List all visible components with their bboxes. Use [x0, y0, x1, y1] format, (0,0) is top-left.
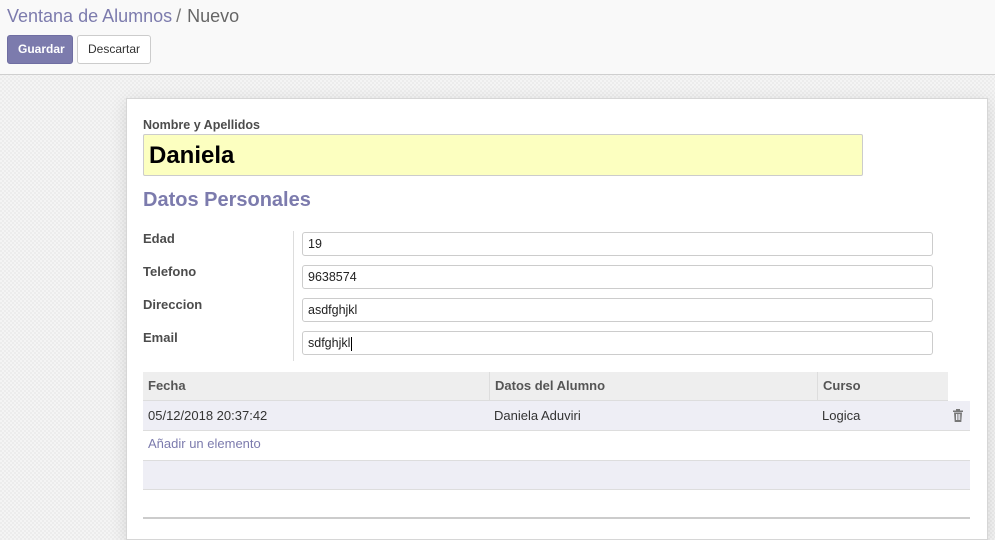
text-cursor	[351, 336, 353, 351]
field-divider	[293, 231, 294, 361]
name-label: Nombre y Apellidos	[143, 118, 260, 132]
save-button[interactable]: Guardar	[7, 35, 73, 64]
breadcrumb-separator: /	[176, 6, 182, 26]
table-row[interactable]: 05/12/2018 20:37:42 Daniela Aduviri Logi…	[143, 401, 970, 431]
email-label: Email	[143, 330, 178, 345]
section-title: Datos Personales	[143, 189, 311, 211]
discard-button[interactable]: Descartar	[77, 35, 151, 64]
table-header: Fecha Datos del Alumno Curso	[143, 372, 948, 401]
address-label: Direccion	[143, 297, 203, 312]
cell-fecha: 05/12/2018 20:37:42	[148, 408, 268, 423]
phone-label: Telefono	[143, 264, 197, 279]
form-sheet: Nombre y Apellidos Daniela Datos Persona…	[126, 98, 988, 540]
cell-alumno: Daniela Aduviri	[494, 408, 581, 423]
phone-input[interactable]: 9638574	[302, 265, 933, 289]
address-input[interactable]: asdfghjkl	[302, 298, 933, 322]
column-header-fecha[interactable]: Fecha	[143, 372, 489, 400]
email-value: sdfghjkl	[308, 336, 351, 350]
name-input[interactable]: Daniela	[143, 134, 863, 176]
column-header-curso[interactable]: Curso	[817, 372, 948, 400]
add-line-link[interactable]: Añadir un elemento	[148, 436, 261, 451]
control-panel: Ventana de Alumnos / Nuevo Guardar Descart…	[0, 0, 995, 75]
trash-icon[interactable]	[952, 409, 964, 422]
cell-curso: Logica	[822, 408, 861, 423]
age-input[interactable]: 19	[302, 232, 933, 256]
email-input[interactable]: sdfghjkl	[302, 331, 933, 355]
breadcrumb-current: Nuevo	[187, 6, 240, 26]
breadcrumb-parent-link[interactable]: Ventana de Alumnos	[7, 6, 172, 26]
table-footer	[143, 517, 970, 519]
empty-row	[143, 460, 970, 490]
column-header-datos-alumno[interactable]: Datos del Alumno	[489, 372, 817, 400]
age-label: Edad	[143, 231, 175, 246]
breadcrumb: Ventana de Alumnos / Nuevo	[7, 6, 239, 27]
